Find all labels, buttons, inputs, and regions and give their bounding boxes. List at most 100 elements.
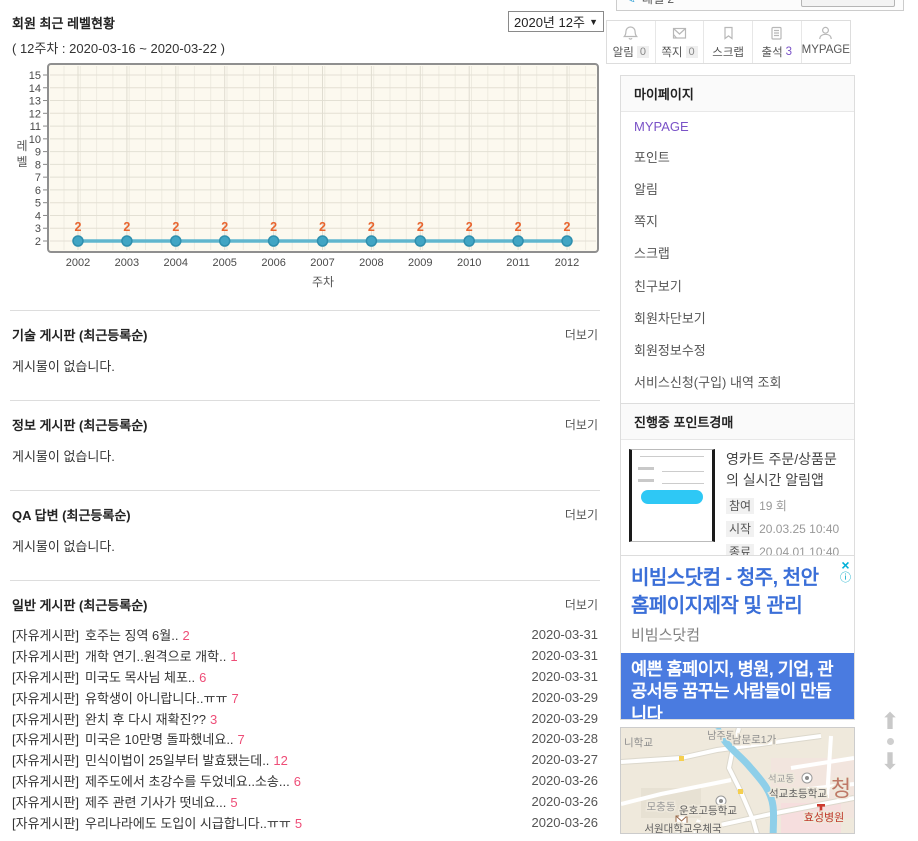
ad-headline[interactable]: 비빔스닷컴 - 청주, 천안 홈페이지제작 및 관리 [631,564,830,621]
post-link[interactable]: [자유게시판] 호주는 징역 6월.. 2 [12,625,190,644]
more-button[interactable]: 더보기 [565,416,598,433]
map-place-label: 니학교 [624,737,653,749]
auction-rows: 참여 19 회 시작 20.03.25 10:40 종료 20.04.01 10:40 [726,497,846,560]
map-place-label: 석교동 [768,774,794,785]
board-section-title: 기술 게시판 (최근등록순) [12,327,148,343]
post-link[interactable]: [자유게시판] 미국도 목사님 체포.. 6 [12,667,206,686]
thumb-field-line [662,483,704,484]
svg-text:2005: 2005 [212,257,236,269]
post-link[interactable]: [자유게시판] 제주 관련 기사가 떳네요... 5 [12,792,238,811]
post-row[interactable]: [자유게시판] 미국은 10만명 돌파했네요.. 7 2020-03-28 [12,728,598,749]
ad-body-text: 예쁜 홈페이지, 병원, 기업, 관공서등 꿈꾸는 사람들이 만듭니다 [631,659,834,719]
quickbar-attendance[interactable]: 출석 3 [751,21,801,63]
ad-box[interactable]: 비빔스닷컴 - 청주, 천안 홈페이지제작 및 관리 비빔스닷컴 × ⓘ 예쁜 … [620,555,855,720]
sidebar-item-mypage[interactable]: MYPAGE [621,112,854,140]
quickbar-person[interactable]: MYPAGE [800,21,850,63]
quickbar-label: 출석 [761,47,783,59]
post-link[interactable]: [자유게시판] 유학생이 아니랍니다..ㅠㅠ 7 [12,688,239,707]
scroll-up-icon[interactable]: ⬆ [872,710,908,733]
post-date: 2020-03-31 [531,668,599,684]
ad-close-icon[interactable]: × [840,558,851,572]
svg-text:13: 13 [29,96,41,108]
post-link[interactable]: [자유게시판] 완치 후 다시 재확진?? 3 [12,709,217,728]
post-title: 완치 후 다시 재확진?? [85,711,207,727]
map-yellow-marker [738,789,743,794]
board-empty-text: 게시물이 없습니다. [12,449,115,464]
post-row[interactable]: [자유게시판] 호주는 징역 6월.. 2 2020-03-31 [12,624,598,645]
post-link[interactable]: [자유게시판] 제주도에서 초강수를 두었네요..소송... 6 [12,771,301,790]
svg-text:2: 2 [172,220,179,234]
post-title: 유학생이 아니랍니다..ㅠㅠ [85,690,228,706]
more-button[interactable]: 더보기 [565,326,598,343]
post-row[interactable]: [자유게시판] 미국도 목사님 체포.. 6 2020-03-31 [12,666,598,687]
note-icon [671,25,688,42]
school-icon [801,772,813,784]
thumb-field-line [662,471,704,472]
quickbar-label-row: 쪽지 0 [661,44,698,60]
quickbar-label-row: 출석 3 [762,44,793,60]
ad-advertiser: 비빔스닷컴 [631,626,701,644]
more-button[interactable]: 더보기 [565,506,598,523]
quickbar-bell[interactable]: 알림 0 [607,21,655,63]
quickbar: 알림 0 쪽지 0 스크랩출석 3 MYPAGE [606,20,851,64]
post-row[interactable]: [자유게시판] 제주 관련 기사가 떳네요... 5 2020-03-26 [12,791,598,812]
post-comment-count: 1 [230,648,238,664]
bookmark-icon [720,25,737,42]
post-comment-count: 7 [231,690,239,706]
post-link[interactable]: [자유게시판] 미국은 10만명 돌파했네요.. 7 [12,729,245,748]
sidebar-item-3[interactable]: 쪽지 [621,205,854,237]
thumb-field-label [638,467,654,470]
svg-text:2: 2 [35,236,41,248]
post-link[interactable]: [자유게시판] 민식이법이 25일부터 발효됐는데.. 12 [12,750,288,769]
svg-text:2012: 2012 [555,257,579,269]
svg-text:2004: 2004 [164,257,188,269]
quickbar-note[interactable]: 쪽지 0 [654,21,704,63]
svg-text:2: 2 [417,220,424,234]
sidebar-item-5[interactable]: 친구보기 [621,269,854,301]
auction-item-title[interactable]: 영카트 주문/상품문의 실시간 알림앱 [726,449,846,491]
caret-down-icon: ▼ [589,16,598,27]
post-category: [자유게시판] [12,815,80,831]
map-widget[interactable]: 남주동 남문로1가 니학교 석교동 청 석교초등학교 모충동 운호고등학교 효성병원 서원대학교우… [620,727,855,834]
sidebar-item-8[interactable]: 서비스신청(구입) 내역 조회 [621,366,854,398]
post-row[interactable]: [자유게시판] 개학 연기..원격으로 개학.. 1 2020-03-31 [12,645,598,666]
ad-info-icon[interactable]: ⓘ [840,573,851,584]
sidebar-item-4[interactable]: 스크랩 [621,237,854,269]
sidebar-item-7[interactable]: 회원정보수정 [621,333,854,365]
quickbar-bookmark[interactable]: 스크랩 [703,21,752,63]
svg-text:15: 15 [29,70,41,82]
auction-stat-label: 시작 [726,521,755,537]
svg-text:레: 레 [16,139,27,153]
post-category: [자유게시판] [12,711,80,727]
post-row[interactable]: [자유게시판] 제주도에서 초강수를 두었네요..소송... 6 2020-03-26 [12,770,598,791]
svg-text:2: 2 [270,220,277,234]
more-button[interactable]: 더보기 [565,596,598,613]
scroll-down-icon[interactable]: ⬇ [872,750,908,773]
svg-text:주차: 주차 [312,275,334,289]
quickbar-label: MYPAGE [801,44,850,56]
auction-thumbnail[interactable] [629,449,715,542]
sidebar-item-6[interactable]: 회원차단보기 [621,301,854,333]
sidebar-item-2[interactable]: 알림 [621,172,854,204]
post-link[interactable]: [자유게시판] 개학 연기..원격으로 개학.. 1 [12,646,238,665]
post-title: 미국도 목사님 체포.. [85,669,196,685]
post-date: 2020-03-26 [531,814,599,830]
period-select[interactable]: 2020년 12주 ▼ [508,11,604,32]
post-category: [자유게시판] [12,669,80,685]
post-row[interactable]: [자유게시판] 민식이법이 25일부터 발효됐는데.. 12 2020-03-27 [12,749,598,770]
post-link[interactable]: [자유게시판] 우리나라에도 도입이 시급합니다..ㅠㅠ 5 [12,813,302,832]
auction-stat-row: 시작 20.03.25 10:40 [726,520,846,537]
post-row[interactable]: [자유게시판] 우리나라에도 도입이 시급합니다..ㅠㅠ 5 2020-03-26 [12,812,598,833]
profile-button[interactable] [801,0,895,7]
post-date: 2020-03-29 [531,689,599,705]
svg-text:11: 11 [30,121,41,133]
svg-text:2008: 2008 [359,257,383,269]
sidebar-item-1[interactable]: 포인트 [621,140,854,172]
map-place-label: 서원대학교우체국 [644,823,722,834]
post-row[interactable]: [자유게시판] 완치 후 다시 재확진?? 3 2020-03-29 [12,708,598,729]
post-row[interactable]: [자유게시판] 유학생이 아니랍니다..ㅠㅠ 7 2020-03-29 [12,687,598,708]
thumb-field-label [638,479,654,482]
post-title: 미국은 10만명 돌파했네요.. [85,732,234,748]
svg-text:9: 9 [35,147,41,159]
auction-box: 진행중 포인트경매 영카트 주문/상품문의 실시간 알림앱 참여 19 회 시작 20… [620,403,855,573]
